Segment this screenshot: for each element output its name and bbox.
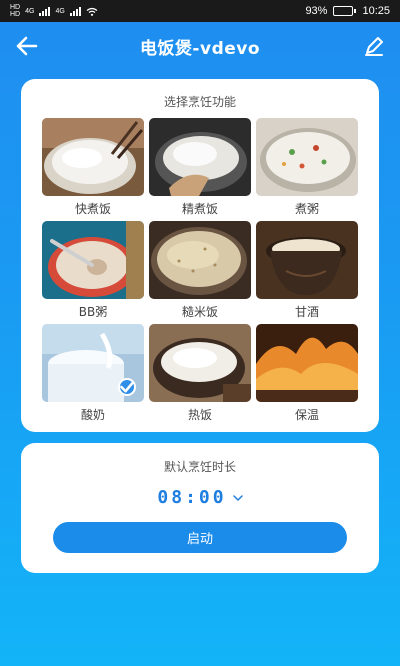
- mode-label: 酸奶: [80, 408, 105, 422]
- status-bar: HD HD 4G 4G 93% 10:25: [0, 0, 400, 22]
- signal-icon: [69, 6, 81, 16]
- mode-image: [42, 324, 144, 402]
- mode-image: [256, 118, 358, 196]
- page-title: 电饭煲-vdevo: [139, 38, 261, 59]
- mode-tile-keep-warm[interactable]: 保温: [256, 324, 358, 427]
- mode-image: [149, 221, 251, 299]
- mode-tile-quick-rice[interactable]: 快煮饭: [42, 118, 144, 221]
- mode-image: [42, 118, 144, 196]
- status-right: 93% 10:25: [305, 5, 390, 17]
- mode-label: 糙米饭: [181, 305, 218, 319]
- mode-tile-yogurt[interactable]: 酸奶: [42, 324, 144, 427]
- mode-image: [256, 221, 358, 299]
- pencil-icon: [365, 37, 383, 56]
- mode-tile-porridge[interactable]: 煮粥: [256, 118, 358, 221]
- mode-label: 甘酒: [294, 305, 319, 319]
- mode-image: [256, 324, 358, 402]
- battery-percent: 93%: [305, 5, 328, 17]
- mode-label: 精煮饭: [181, 202, 218, 216]
- hd-tag-top: HD: [10, 4, 21, 11]
- wifi-icon: [86, 7, 98, 16]
- mode-label: 热饭: [187, 408, 212, 422]
- mode-tile-reheat-rice[interactable]: 热饭: [149, 324, 251, 427]
- status-time: 10:25: [362, 5, 390, 17]
- cooking-time-card: 默认烹饪时长 08:00 启动: [21, 443, 379, 573]
- chevron-down-icon: [232, 494, 243, 501]
- cooking-mode-card: 选择烹饪功能 快煮饭 精煮饭 煮粥 BB粥 糙米饭 甘酒 酸奶 热饭 保温: [21, 79, 379, 432]
- start-button[interactable]: 启动: [53, 522, 347, 553]
- mode-tile-fine-rice[interactable]: 精煮饭: [149, 118, 251, 221]
- time-section-title: 默认烹饪时长: [163, 460, 236, 474]
- back-button[interactable]: [14, 34, 40, 58]
- selected-check-icon: [118, 378, 136, 396]
- mode-tile-brown-rice[interactable]: 糙米饭: [149, 221, 251, 324]
- mode-label: 快煮饭: [74, 202, 111, 216]
- mode-tile-sweet-wine[interactable]: 甘酒: [256, 221, 358, 324]
- edit-button[interactable]: [362, 34, 386, 58]
- signal-icon: [39, 6, 51, 16]
- mode-label: BB粥: [78, 305, 108, 319]
- app-header: 电饭煲-vdevo: [0, 22, 400, 70]
- arrow-left-icon: [16, 36, 38, 56]
- network-type-1: 4G: [25, 7, 35, 15]
- mode-label: 煮粥: [294, 202, 319, 216]
- mode-image: [149, 324, 251, 402]
- hd-tag-bottom: HD: [10, 11, 21, 18]
- battery-icon: [333, 6, 357, 16]
- mode-image: [149, 118, 251, 196]
- mode-image: [42, 221, 144, 299]
- mode-grid: 快煮饭 精煮饭 煮粥 BB粥 糙米饭 甘酒 酸奶 热饭 保温: [42, 118, 358, 427]
- mode-label: 保温: [294, 408, 319, 422]
- status-left: HD HD 4G 4G: [10, 4, 98, 18]
- mode-tile-baby-porridge[interactable]: BB粥: [42, 221, 144, 324]
- time-selector[interactable]: 08:00: [21, 487, 379, 508]
- network-type-2: 4G: [55, 7, 65, 15]
- time-value: 08:00: [157, 487, 227, 508]
- mode-section-title: 选择烹饪功能: [163, 95, 236, 109]
